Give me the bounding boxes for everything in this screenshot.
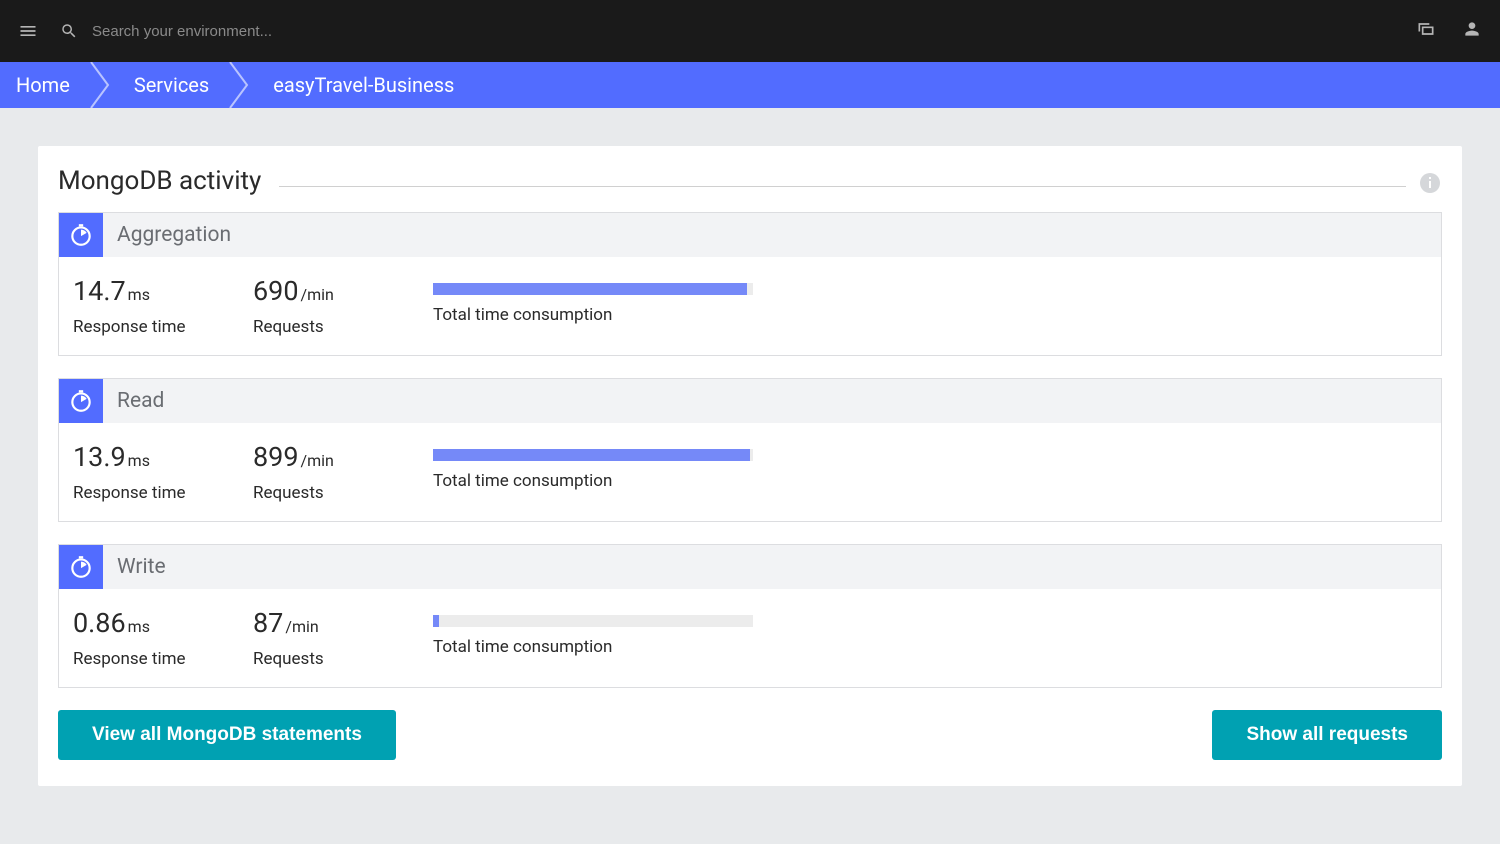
search-icon xyxy=(60,22,78,40)
activity-aggregation[interactable]: Aggregation 14.7 ms Response time 690 /m… xyxy=(58,212,1442,356)
metric-requests: 87 /min Requests xyxy=(253,607,393,669)
search-input[interactable] xyxy=(92,23,492,40)
metric-label: Response time xyxy=(73,317,213,337)
metric-label: Total time consumption xyxy=(433,471,753,491)
metric-label: Total time consumption xyxy=(433,637,753,657)
user-icon xyxy=(1462,19,1482,39)
metric-unit: ms xyxy=(128,451,150,470)
search-button[interactable] xyxy=(60,22,78,40)
metric-label: Requests xyxy=(253,649,393,669)
breadcrumb-separator xyxy=(90,62,114,108)
stopwatch-icon xyxy=(68,388,94,414)
header-divider xyxy=(279,186,1406,187)
breadcrumb-separator xyxy=(229,62,253,108)
metric-unit: ms xyxy=(128,617,150,636)
metric-value: 690 xyxy=(253,275,299,307)
overlapping-windows-icon xyxy=(1416,19,1436,39)
mongodb-activity-card: MongoDB activity Aggregation 14.7 ms xyxy=(38,146,1462,786)
metric-label: Total time consumption xyxy=(433,305,753,325)
breadcrumb-services[interactable]: Services xyxy=(114,62,229,108)
bar-fill xyxy=(433,615,439,627)
info-button[interactable] xyxy=(1418,171,1442,195)
metric-value: 0.86 xyxy=(73,607,126,639)
activity-name: Read xyxy=(117,389,164,413)
topbar-right xyxy=(1416,19,1482,43)
metric-response-time: 14.7 ms Response time xyxy=(73,275,213,337)
metric-total-time: Total time consumption xyxy=(433,607,753,657)
activity-name: Aggregation xyxy=(117,223,231,247)
dashboards-button[interactable] xyxy=(1416,19,1436,43)
show-requests-button[interactable]: Show all requests xyxy=(1212,710,1442,760)
view-statements-button[interactable]: View all MongoDB statements xyxy=(58,710,396,760)
metric-unit: /min xyxy=(285,617,318,636)
activity-body: 14.7 ms Response time 690 /min Requests xyxy=(59,257,1441,355)
info-icon xyxy=(1418,171,1442,195)
activity-read[interactable]: Read 13.9 ms Response time 899 /min Requ… xyxy=(58,378,1442,522)
metric-value: 87 xyxy=(253,607,283,639)
activity-body: 0.86 ms Response time 87 /min Requests xyxy=(59,589,1441,687)
metric-total-time: Total time consumption xyxy=(433,441,753,491)
metric-total-time: Total time consumption xyxy=(433,275,753,325)
card-header: MongoDB activity xyxy=(58,166,1442,196)
user-button[interactable] xyxy=(1462,19,1482,43)
bar-track xyxy=(433,449,753,461)
stopwatch-icon xyxy=(68,222,94,248)
breadcrumb-home[interactable]: Home xyxy=(0,62,90,108)
metric-value: 13.9 xyxy=(73,441,126,473)
top-bar xyxy=(0,0,1500,62)
metric-label: Response time xyxy=(73,483,213,503)
bar-fill xyxy=(433,449,750,461)
activity-write[interactable]: Write 0.86 ms Response time 87 /min Requ… xyxy=(58,544,1442,688)
content-area: MongoDB activity Aggregation 14.7 ms xyxy=(0,108,1500,824)
stopwatch-icon xyxy=(68,554,94,580)
metric-value: 14.7 xyxy=(73,275,126,307)
metric-unit: /min xyxy=(301,285,334,304)
hamburger-icon xyxy=(18,21,38,41)
actions-row: View all MongoDB statements Show all req… xyxy=(58,710,1442,760)
search-area xyxy=(60,22,1416,40)
breadcrumb: Home Services easyTravel-Business xyxy=(0,62,1500,108)
activity-header: Aggregation xyxy=(59,213,1441,257)
metric-label: Requests xyxy=(253,483,393,503)
metric-response-time: 13.9 ms Response time xyxy=(73,441,213,503)
metric-requests: 899 /min Requests xyxy=(253,441,393,503)
breadcrumb-label: easyTravel-Business xyxy=(273,73,454,97)
metric-label: Requests xyxy=(253,317,393,337)
breadcrumb-label: Services xyxy=(134,73,209,97)
breadcrumb-label: Home xyxy=(16,73,70,97)
menu-button[interactable] xyxy=(18,21,38,41)
activity-header: Write xyxy=(59,545,1441,589)
metric-unit: ms xyxy=(128,285,150,304)
metric-requests: 690 /min Requests xyxy=(253,275,393,337)
bar-fill xyxy=(433,283,747,295)
metric-response-time: 0.86 ms Response time xyxy=(73,607,213,669)
bar-track xyxy=(433,615,753,627)
activity-icon-box xyxy=(59,379,103,423)
activity-header: Read xyxy=(59,379,1441,423)
bar-track xyxy=(433,283,753,295)
activity-icon-box xyxy=(59,213,103,257)
activity-name: Write xyxy=(117,555,166,579)
metric-value: 899 xyxy=(253,441,299,473)
metric-unit: /min xyxy=(301,451,334,470)
card-title: MongoDB activity xyxy=(58,166,261,196)
metric-label: Response time xyxy=(73,649,213,669)
activity-icon-box xyxy=(59,545,103,589)
breadcrumb-current[interactable]: easyTravel-Business xyxy=(253,62,474,108)
activity-body: 13.9 ms Response time 899 /min Requests xyxy=(59,423,1441,521)
